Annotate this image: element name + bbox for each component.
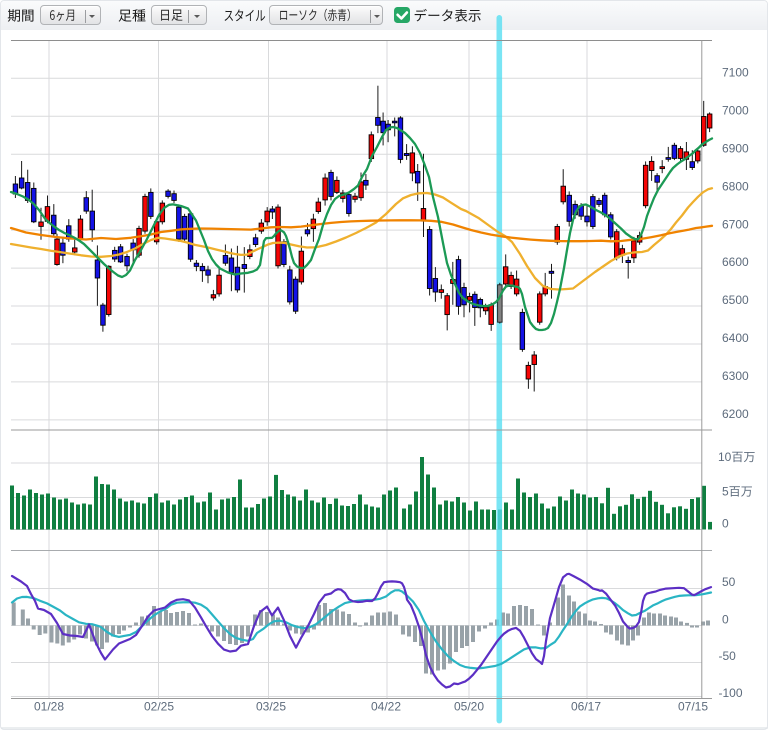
svg-text:6900: 6900	[722, 141, 749, 155]
svg-text:5: 5	[722, 485, 729, 499]
svg-text:7100: 7100	[722, 66, 749, 80]
svg-text:50: 50	[722, 575, 736, 589]
svg-text:10: 10	[718, 450, 732, 464]
svg-text:03/25: 03/25	[256, 700, 286, 714]
svg-text:05/20: 05/20	[454, 700, 484, 714]
svg-text:6800: 6800	[722, 179, 749, 193]
svg-text:6500: 6500	[722, 293, 749, 307]
svg-text:6300: 6300	[722, 369, 749, 383]
svg-text:07/15: 07/15	[678, 700, 708, 714]
svg-text:06/17: 06/17	[571, 700, 601, 714]
svg-text:01/28: 01/28	[34, 700, 64, 714]
svg-text:0: 0	[722, 613, 729, 627]
svg-text:0: 0	[722, 517, 729, 531]
svg-text:6200: 6200	[722, 407, 749, 421]
svg-text:6600: 6600	[722, 255, 749, 269]
svg-text:-50: -50	[719, 649, 737, 663]
svg-text:-100: -100	[719, 686, 743, 700]
svg-text:02/25: 02/25	[144, 700, 174, 714]
svg-text:04/22: 04/22	[371, 700, 401, 714]
svg-text:7000: 7000	[722, 104, 749, 118]
svg-text:6400: 6400	[722, 331, 749, 345]
svg-text:6700: 6700	[722, 217, 749, 231]
